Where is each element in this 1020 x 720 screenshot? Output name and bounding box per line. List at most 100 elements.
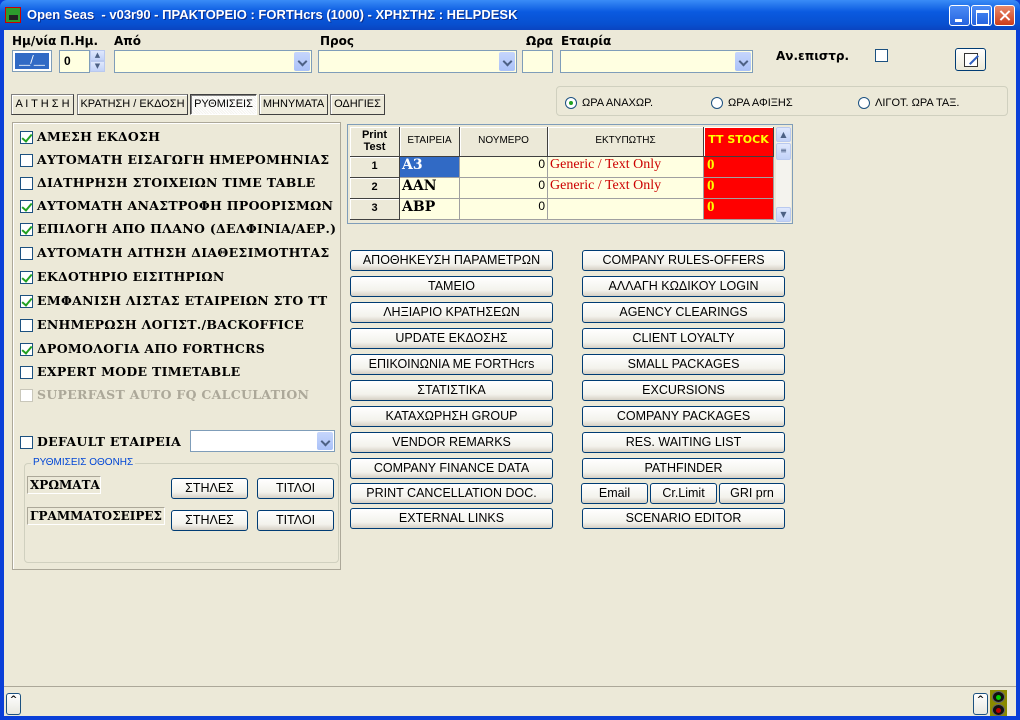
tab-request[interactable]: Α Ι Τ Η Σ Η [11,94,74,115]
grid-scrollbar[interactable]: ▲ ≡ ▼ [776,127,791,223]
maximize-button[interactable] [971,5,992,26]
chevron-down-icon[interactable] [317,432,333,450]
change-login-code-button[interactable]: ΑΛΛΑΓΗ ΚΩΔΙΚΟΥ LOGIN [582,276,785,297]
checkbox[interactable] [20,436,33,449]
company-cell[interactable]: A3 [400,157,460,178]
printer-cell[interactable]: Generic / Text Only [548,178,704,199]
email-button[interactable]: Email [581,483,648,504]
tab-settings[interactable]: ΡΥΘΜΙΣΕΙΣ [190,94,257,115]
default-company-select[interactable] [190,430,335,452]
small-packages-button[interactable]: SMALL PACKAGES [582,354,785,375]
tab-guides[interactable]: ΟΔΗΓΙΕΣ [330,94,385,115]
number-cell[interactable]: 0 [460,178,548,199]
date-field[interactable]: __/__ [12,50,52,72]
chevron-down-icon[interactable] [294,52,310,71]
company-cell[interactable]: ABP [400,199,460,220]
tab-booking[interactable]: ΚΡΑΤΗΣΗ / ΕΚΔΟΣΗ [77,94,188,115]
checkbox[interactable] [20,247,33,260]
checkbox[interactable] [20,200,33,213]
return-label: Αν.επιστρ. [776,49,850,63]
number-cell[interactable]: 0 [460,157,548,178]
res-waiting-list-button[interactable]: RES. WAITING LIST [582,432,785,453]
return-checkbox[interactable] [875,49,888,62]
radio-icon [858,97,870,109]
expand-left-button[interactable]: ^ [6,693,21,715]
company-rules-offers-button[interactable]: COMPANY RULES-OFFERS [582,250,785,271]
expand-right-button[interactable]: ^ [973,693,988,715]
vendor-remarks-button[interactable]: VENDOR REMARKS [350,432,553,453]
fonts-titles-button[interactable]: ΤΙΤΛΟΙ [257,510,334,531]
company-finance-data-button[interactable]: COMPANY FINANCE DATA [350,458,553,479]
group-registration-button[interactable]: ΚΑΤΑΧΩΡΗΣΗ GROUP [350,406,553,427]
close-button[interactable] [994,5,1015,26]
excursions-button[interactable]: EXCURSIONS [582,380,785,401]
company-packages-button[interactable]: COMPANY PACKAGES [582,406,785,427]
statistics-button[interactable]: ΣΤΑΤΙΣΤΙΚΑ [350,380,553,401]
time-mode-group: ΩΡΑ ΑΝΑΧΩΡ. ΩΡΑ ΑΦΙΞΗΣ ΛΙΓΟΤ. ΩΡΑ ΤΑΞ. [556,86,1008,116]
printer-cell[interactable] [548,199,704,220]
scroll-up-icon[interactable]: ▲ [776,127,791,142]
colors-titles-button[interactable]: ΤΙΤΛΟΙ [257,478,334,499]
update-version-button[interactable]: UPDATE ΕΚΔΟΣΗΣ [350,328,553,349]
bookings-register-button[interactable]: ΛΗΞΙΑΡΙΟ ΚΡΑΤΗΣΕΩΝ [350,302,553,323]
spin-up-icon[interactable]: ▲ [90,50,105,61]
column-header-tt-stock[interactable]: TT STOCK [704,127,774,157]
agency-clearings-button[interactable]: AGENCY CLEARINGS [582,302,785,323]
to-select[interactable] [318,50,517,73]
stock-cell[interactable]: 0 [704,178,774,199]
cashier-button[interactable]: ΤΑΜΕΙΟ [350,276,553,297]
column-header-printer[interactable]: ΕΚΤΥΠΩΤΗΣ [548,127,704,157]
column-header-print-test[interactable]: Print Test [350,127,400,157]
colors-columns-button[interactable]: ΣΤΗΛΕΣ [171,478,248,499]
title-bar[interactable]: Open Seas - v03r90 - ΠΡΑΚΤΟΡΕΙΟ : FORTHc… [0,0,1020,30]
stock-cell[interactable]: 0 [704,199,774,220]
column-header-number[interactable]: ΝΟΥΜΕΡΟ [460,127,548,157]
option-label: EXPERT MODE TIMETABLE [37,364,241,379]
group-title: ΡΥΘΜΙΣΕΙΣ ΟΘΟΝΗΣ [31,457,136,468]
pathfinder-button[interactable]: PATHFINDER [582,458,785,479]
days-spinner[interactable]: ▲ ▼ [90,50,105,72]
checkbox[interactable] [20,319,33,332]
scenario-editor-button[interactable]: SCENARIO EDITOR [582,508,785,529]
minimize-button[interactable] [949,5,970,26]
time-input[interactable] [522,50,553,73]
spin-down-icon[interactable]: ▼ [90,61,105,72]
checkbox[interactable] [20,223,33,236]
printer-cell[interactable]: Generic / Text Only [548,157,704,178]
option-label: ΕΜΦΑΝΙΣΗ ΛΙΣΤΑΣ ΕΤΑΙΡΕΙΩΝ ΣΤΟ ΤΤ [37,293,328,308]
company-cell[interactable]: AAN [400,178,460,199]
checkbox[interactable] [20,271,33,284]
checkbox[interactable] [20,295,33,308]
contact-forthcrs-button[interactable]: ΕΠΙΚΟΙΝΩΝΙΑ ΜΕ FORTHcrs [350,354,553,375]
days-input[interactable]: 0 [59,50,90,73]
row-print-test-button[interactable]: 3 [350,199,400,220]
checkbox[interactable] [20,177,33,190]
company-select[interactable] [560,50,753,73]
external-links-button[interactable]: EXTERNAL LINKS [350,508,553,529]
fonts-columns-button[interactable]: ΣΤΗΛΕΣ [171,510,248,531]
chevron-down-icon[interactable] [735,52,751,71]
scroll-thumb[interactable]: ≡ [776,143,791,160]
chevron-down-icon[interactable] [499,52,515,71]
client-loyalty-button[interactable]: CLIENT LOYALTY [582,328,785,349]
print-cancellation-doc-button[interactable]: PRINT CANCELLATION DOC. [350,483,553,504]
from-select[interactable] [114,50,312,73]
tab-messages[interactable]: ΜΗΝΥΜΑΤΑ [259,94,328,115]
checkbox[interactable] [20,154,33,167]
checkbox[interactable] [20,343,33,356]
window-title: Open Seas - v03r90 - ΠΡΑΚΤΟΡΕΙΟ : FORTHc… [27,7,518,22]
stock-cell[interactable]: 0 [704,157,774,178]
save-parameters-button[interactable]: ΑΠΟΘΗΚΕΥΣΗ ΠΑΡΑΜΕΤΡΩΝ [350,250,553,271]
column-header-company[interactable]: ΕΤΑΙΡΕΙΑ [400,127,460,157]
gri-prn-button[interactable]: GRI prn [719,483,785,504]
row-print-test-button[interactable]: 2 [350,178,400,199]
checkbox[interactable] [20,366,33,379]
credit-limit-button[interactable]: Cr.Limit [650,483,717,504]
number-cell[interactable]: 0 [460,199,548,220]
schedule-edit-button[interactable] [955,48,986,71]
checkbox[interactable] [20,131,33,144]
row-print-test-button[interactable]: 1 [350,157,400,178]
option-label: ΔΙΑΤΗΡΗΣΗ ΣΤΟΙΧΕΙΩΝ TIME TABLE [37,175,316,190]
red-light-icon [992,704,1005,716]
scroll-down-icon[interactable]: ▼ [776,207,791,222]
